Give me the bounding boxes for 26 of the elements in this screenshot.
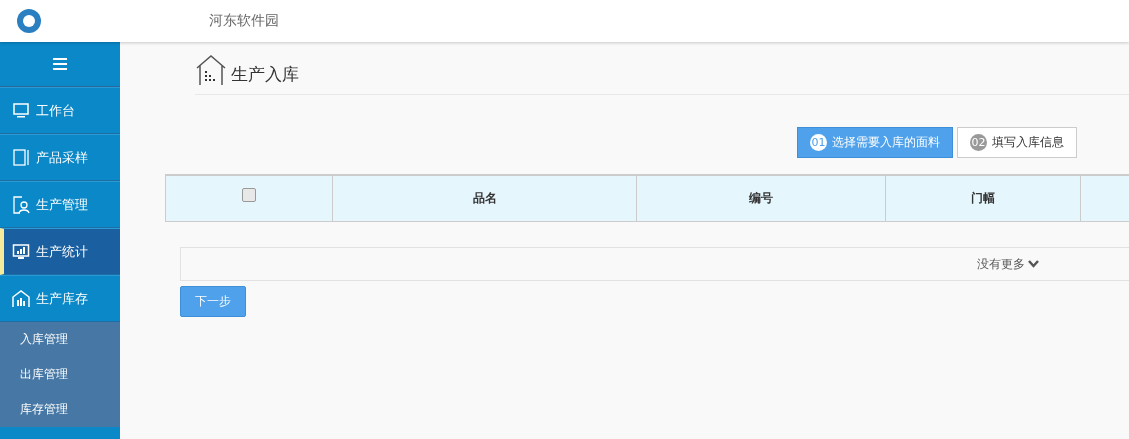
menu-icon[interactable] xyxy=(53,58,67,70)
step-tab[interactable]: 01 选择需要入库的面料 xyxy=(797,127,953,158)
page-title: 生产入库 xyxy=(231,63,299,86)
sidebar-item[interactable]: 产品采样 xyxy=(0,134,120,181)
submenu-item[interactable]: 库存管理 xyxy=(0,392,120,427)
chevron-down-icon[interactable] xyxy=(1028,260,1039,268)
book-icon xyxy=(12,148,30,167)
sidebar-item[interactable]: 工作台 xyxy=(0,87,120,134)
person-icon xyxy=(12,195,30,214)
column-header: 门幅 xyxy=(886,176,1081,221)
chart-icon xyxy=(12,242,30,261)
select-all-checkbox[interactable] xyxy=(242,187,256,202)
step-tab[interactable]: 02 填写入库信息 xyxy=(957,127,1077,158)
submenu-item[interactable]: 入库管理 xyxy=(0,322,120,357)
column-header: 品名 xyxy=(333,176,637,221)
load-more-text[interactable]: 没有更多 xyxy=(977,255,1025,273)
step-number: 02 xyxy=(970,134,987,151)
sidebar-item[interactable]: 生产统计 xyxy=(0,228,120,275)
house-icon xyxy=(195,54,227,86)
house-icon xyxy=(12,289,30,308)
step-number: 01 xyxy=(810,134,827,151)
header-title: 河东软件园 xyxy=(209,12,279,30)
next-button[interactable]: 下一步 xyxy=(180,286,246,317)
monitor-icon xyxy=(12,101,30,120)
submenu-item[interactable]: 出库管理 xyxy=(0,357,120,392)
column-header: 编号 xyxy=(637,176,886,221)
